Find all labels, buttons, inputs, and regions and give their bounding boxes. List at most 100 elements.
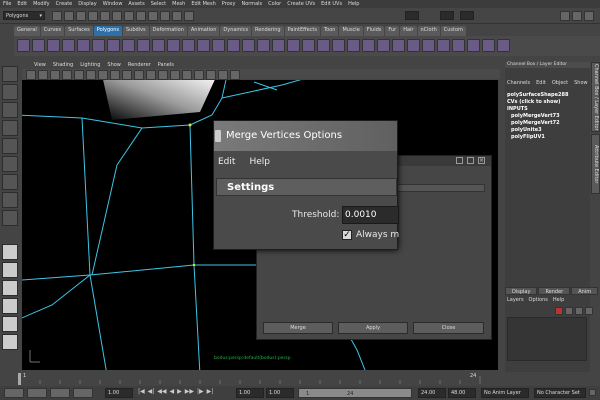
menu-create-uvs[interactable]: Create UVs (287, 1, 315, 7)
cvs-toggle[interactable]: CVs (click to show) (507, 99, 560, 105)
step-forward-key-icon[interactable]: ▶▶ (185, 388, 194, 395)
wireframe-on-shaded-icon[interactable] (170, 70, 180, 80)
channel-box-toggle-icon[interactable] (584, 11, 594, 21)
anim-layer-dropdown[interactable]: No Anim Layer (481, 388, 529, 398)
shelf-tab-rendering[interactable]: Rendering (252, 26, 284, 36)
xray-icon[interactable] (218, 70, 228, 80)
viewport-menu-lighting[interactable]: Lighting (80, 62, 100, 69)
textured-icon[interactable] (182, 70, 192, 80)
collapse-icon[interactable] (422, 39, 435, 52)
close-button[interactable]: Close (413, 322, 484, 334)
use-all-lights-icon[interactable] (194, 70, 204, 80)
boolean-intersect-icon[interactable] (272, 39, 285, 52)
start-time-field[interactable]: 1.00 (236, 388, 264, 398)
auto-map-icon[interactable] (497, 39, 510, 52)
threshold-input[interactable]: 0.0010 (342, 206, 399, 224)
attribute-editor-toggle-icon[interactable] (560, 11, 570, 21)
viewport-menu-show[interactable]: Show (107, 62, 121, 69)
play-forwards-icon[interactable]: ▶ (177, 388, 182, 395)
numeric-field-y[interactable] (440, 11, 454, 20)
layer-tab-display[interactable]: Display (505, 287, 538, 295)
poly-plane-icon[interactable] (77, 39, 90, 52)
shelf-tab-deformation[interactable]: Deformation (149, 26, 187, 36)
poly-torus-icon[interactable] (92, 39, 105, 52)
camera-attributes-icon[interactable] (38, 70, 48, 80)
menu-proxy[interactable]: Proxy (222, 1, 236, 7)
open-scene-icon[interactable] (64, 11, 74, 21)
spherical-map-icon[interactable] (482, 39, 495, 52)
menu-file[interactable]: File (3, 1, 11, 7)
input-node-polymergevert73[interactable]: polyMergeVert73 (511, 113, 589, 120)
camera-select-icon[interactable] (26, 70, 36, 80)
input-node-polyflipuv1[interactable]: polyFlipUV1 (511, 134, 589, 141)
shelf-tab-dynamics[interactable]: Dynamics (220, 26, 252, 36)
attribute-editor-side-tab[interactable]: Attribute Editor (591, 134, 600, 194)
menu-create[interactable]: Create (56, 1, 73, 7)
step-forward-icon[interactable]: |▶ (197, 388, 204, 395)
layer-tab-render[interactable]: Render (538, 287, 571, 295)
select-component-icon[interactable] (112, 11, 122, 21)
ipr-render-icon[interactable] (184, 11, 194, 21)
persp-graph-layout-icon[interactable] (2, 298, 18, 314)
apply-button[interactable]: Apply (338, 322, 408, 334)
persp-hypershade-layout-icon[interactable] (2, 316, 18, 332)
poly-pipe-icon[interactable] (137, 39, 150, 52)
channel-box-menu-object[interactable]: Object (552, 80, 568, 88)
shadows-icon[interactable] (206, 70, 216, 80)
shelf-tab-animation[interactable]: Animation (187, 26, 220, 36)
minimized-window-icon[interactable] (73, 388, 93, 398)
numeric-field-z[interactable] (460, 11, 474, 20)
menu-edit-uvs[interactable]: Edit UVs (321, 1, 342, 7)
viewport-menu-renderer[interactable]: Renderer (128, 62, 151, 69)
snap-grid-icon[interactable] (136, 11, 146, 21)
poly-helix-icon[interactable] (152, 39, 165, 52)
poly-cube-icon[interactable] (32, 39, 45, 52)
new-layer-selected-icon[interactable] (565, 307, 573, 315)
viewport-menu-shading[interactable]: Shading (53, 62, 73, 69)
uv-editor-icon[interactable] (437, 39, 450, 52)
save-scene-icon[interactable] (76, 11, 86, 21)
smooth-icon[interactable] (227, 39, 240, 52)
extract-icon[interactable] (212, 39, 225, 52)
scale-tool-icon[interactable] (2, 156, 18, 172)
field-chart-icon[interactable] (122, 70, 132, 80)
minimized-window-icon[interactable] (27, 388, 47, 398)
channel-box-menu-show[interactable]: Show (574, 80, 588, 88)
poly-sphere-icon[interactable] (17, 39, 30, 52)
extrude-icon[interactable] (377, 39, 390, 52)
go-to-end-icon[interactable]: ▶| (207, 388, 214, 395)
dialog-menu-help[interactable]: Help (249, 157, 270, 171)
film-gate-icon[interactable] (86, 70, 96, 80)
append-polygon-icon[interactable] (317, 39, 330, 52)
image-plane-icon[interactable] (62, 70, 72, 80)
range-slider[interactable]: 1 24 (298, 388, 412, 398)
shelf-tab-curves[interactable]: Curves (40, 26, 65, 36)
menu-set-dropdown[interactable]: Polygons ▾ (3, 11, 45, 20)
layer-menu-layers[interactable]: Layers (507, 297, 524, 305)
snap-curve-icon[interactable] (148, 11, 158, 21)
current-time-marker[interactable] (18, 373, 21, 385)
shelf-tab-subdivs[interactable]: Subdivs (123, 26, 149, 36)
bridge-icon[interactable] (302, 39, 315, 52)
menu-assets[interactable]: Assets (128, 1, 144, 7)
rotate-tool-icon[interactable] (2, 138, 18, 154)
minimized-window-icon[interactable] (4, 388, 24, 398)
end-time-field[interactable]: 48.00 (448, 388, 476, 398)
poly-prism-icon[interactable] (107, 39, 120, 52)
tool-settings-toggle-icon[interactable] (572, 11, 582, 21)
layer-tab-anim[interactable]: Anim (571, 287, 599, 295)
menu-window[interactable]: Window (103, 1, 123, 7)
maximize-icon[interactable] (467, 157, 474, 164)
wireframe-icon[interactable] (146, 70, 156, 80)
shelf-tab-custom[interactable]: Custom (440, 26, 466, 36)
shelf-tab-painteffects[interactable]: PaintEffects (284, 26, 320, 36)
gate-mask-icon[interactable] (110, 70, 120, 80)
layer-menu-options[interactable]: Options (529, 297, 548, 305)
shelf-tab-polygons[interactable]: Polygons (93, 26, 122, 36)
bevel-icon[interactable] (392, 39, 405, 52)
split-polygon-icon[interactable] (332, 39, 345, 52)
mirror-icon[interactable] (287, 39, 300, 52)
outliner-layout-icon[interactable] (2, 334, 18, 350)
menu-normals[interactable]: Normals (241, 1, 262, 7)
cylindrical-map-icon[interactable] (467, 39, 480, 52)
